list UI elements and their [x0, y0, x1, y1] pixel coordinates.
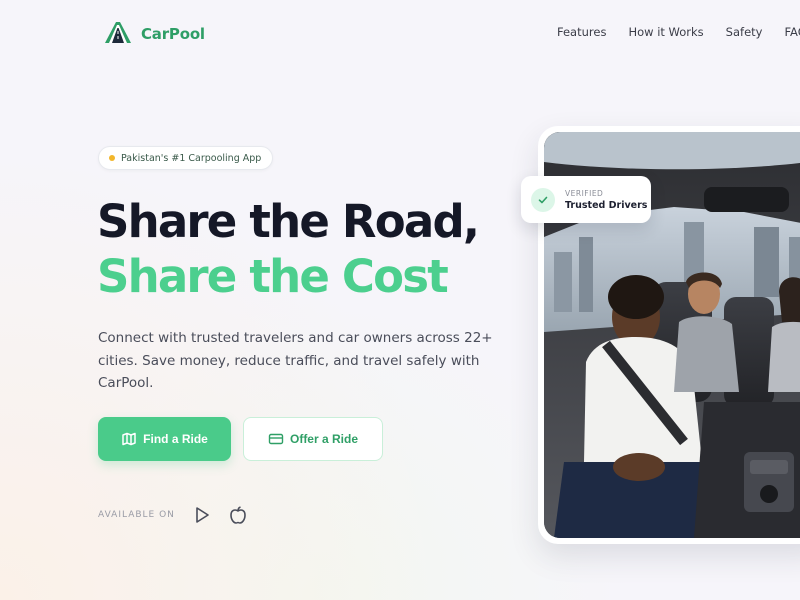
hero-description: Connect with trusted travelers and car o… — [98, 330, 493, 391]
verified-card: VERIFIED Trusted Drivers — [521, 176, 651, 223]
road-logo-icon — [103, 17, 133, 51]
brand-name: CarPool — [141, 25, 205, 43]
nav-safety[interactable]: Safety — [726, 25, 763, 39]
nav-how-it-works[interactable]: How it Works — [628, 25, 703, 39]
site-header: CarPool Features How it Works Safety FAQ — [0, 0, 800, 70]
offer-ride-button[interactable]: Offer a Ride — [243, 417, 383, 461]
badge-dot-icon — [109, 155, 115, 161]
main-nav: Features How it Works Safety FAQ — [557, 25, 800, 39]
apple-icon[interactable] — [227, 504, 249, 526]
play-store-icon[interactable] — [191, 504, 213, 526]
nav-faq[interactable]: FAQ — [784, 25, 800, 39]
verified-label: VERIFIED — [565, 188, 604, 198]
badge-text: Pakistan's #1 Carpooling App — [121, 152, 262, 164]
check-icon — [531, 187, 555, 212]
available-on-label: AVAILABLE ON — [98, 510, 175, 520]
headline-line-1: Share the Road, — [97, 195, 480, 248]
find-ride-button[interactable]: Find a Ride — [98, 417, 231, 461]
verified-text: VERIFIED Trusted Drivers — [565, 189, 647, 211]
hero-headline: Share the Road, Share the Cost — [97, 194, 480, 304]
available-on: AVAILABLE ON — [98, 503, 263, 527]
offer-ride-label: Offer a Ride — [289, 432, 358, 446]
headline-line-2: Share the Cost — [97, 250, 449, 303]
find-ride-label: Find a Ride — [143, 432, 208, 446]
hero-badge: Pakistan's #1 Carpooling App — [98, 146, 274, 170]
card-icon — [268, 431, 284, 447]
nav-features[interactable]: Features — [557, 25, 606, 39]
map-icon — [121, 431, 137, 447]
trusted-drivers-label: Trusted Drivers — [565, 199, 648, 211]
logo[interactable]: CarPool — [103, 18, 205, 50]
